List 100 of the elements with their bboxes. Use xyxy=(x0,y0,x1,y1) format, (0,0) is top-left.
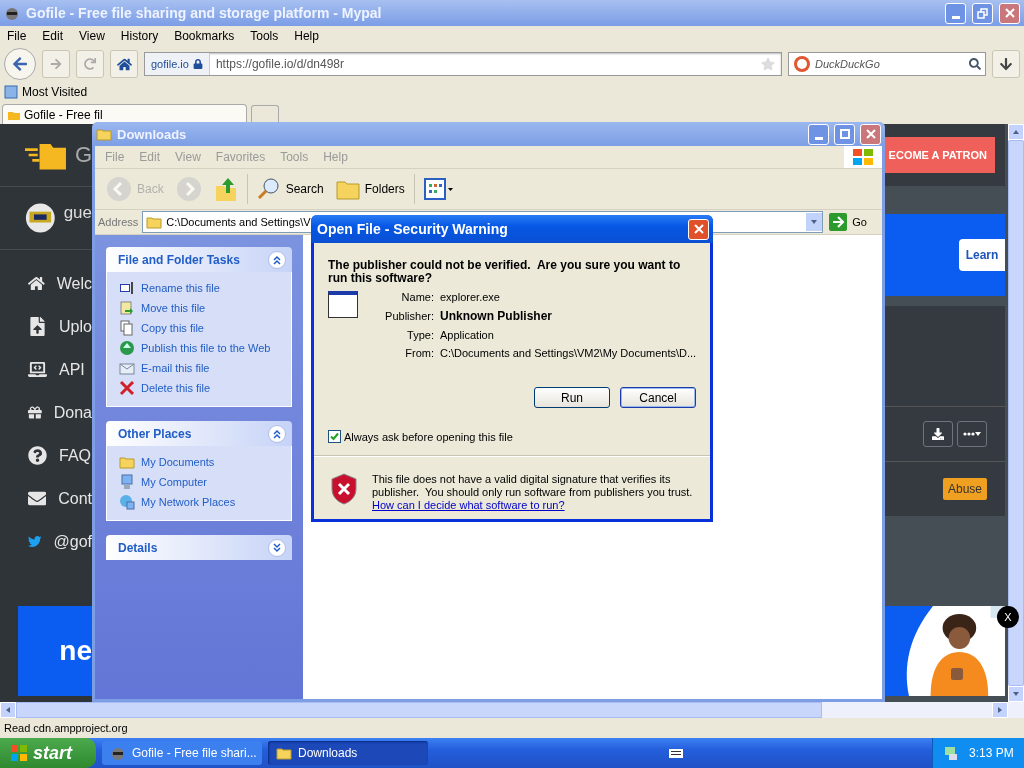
close-button[interactable] xyxy=(860,123,881,145)
field-label: Type: xyxy=(406,329,435,341)
folder-icon xyxy=(146,214,163,230)
menu-item[interactable]: History xyxy=(120,29,159,43)
more-icon xyxy=(963,430,981,438)
nav-item[interactable]: API xyxy=(0,348,92,391)
minimize-button[interactable] xyxy=(945,2,966,24)
checkbox[interactable] xyxy=(328,430,341,443)
field-label: Publisher: xyxy=(384,310,435,322)
panel-header[interactable]: Details xyxy=(106,535,292,560)
star-icon[interactable] xyxy=(761,57,775,71)
bookmark-item[interactable]: Most Visited xyxy=(22,85,88,99)
more-button[interactable] xyxy=(957,421,987,447)
minimize-button[interactable] xyxy=(808,123,829,145)
url-text: https://gofile.io/d/dn498r xyxy=(214,57,345,71)
field-value: explorer.exe xyxy=(440,291,501,303)
status-text: Read cdn.ampproject.org xyxy=(4,722,128,734)
dialog-button[interactable]: Cancel xyxy=(620,387,696,408)
search-field[interactable]: DuckDuckGo xyxy=(788,52,986,76)
back-button[interactable] xyxy=(4,48,36,80)
start-button[interactable]: start xyxy=(0,738,96,768)
checkbox-label[interactable]: Always ask before opening this file xyxy=(344,430,513,443)
learn-button[interactable]: Learn xyxy=(959,239,1005,271)
nav-item[interactable]: Dona xyxy=(0,391,92,434)
question-icon xyxy=(28,446,47,465)
copy-icon xyxy=(119,320,135,336)
nav-item[interactable]: Uplo xyxy=(0,305,92,348)
task-link[interactable]: Move this file xyxy=(119,300,279,316)
task-link[interactable]: Rename this file xyxy=(119,280,279,296)
minimize-icon xyxy=(951,15,960,19)
network-icon[interactable] xyxy=(943,745,959,761)
abuse-button[interactable]: Abuse xyxy=(942,478,987,500)
close-button[interactable] xyxy=(688,218,709,240)
dialog-button[interactable]: Run xyxy=(534,387,610,408)
rename-icon xyxy=(119,280,135,296)
task-link[interactable]: Delete this file xyxy=(119,380,279,396)
reload-button[interactable] xyxy=(76,50,104,78)
nav-item[interactable]: FAQ xyxy=(0,434,92,477)
folder-icon xyxy=(96,126,112,142)
forward-arrow-icon xyxy=(50,58,62,70)
home-icon xyxy=(116,56,132,72)
menu-item[interactable]: Bookmarks xyxy=(174,29,235,43)
task-link[interactable]: My Network Places xyxy=(119,494,279,510)
back-arrow-icon xyxy=(12,56,28,72)
computer-icon xyxy=(119,474,135,490)
search-button[interactable]: Search xyxy=(253,177,327,201)
task-link[interactable]: E-mail this file xyxy=(119,360,279,376)
panel-header[interactable]: File and Folder Tasks xyxy=(106,247,292,272)
task-link[interactable]: My Documents xyxy=(119,454,279,470)
nav-item[interactable]: Cont xyxy=(0,477,92,520)
folders-icon xyxy=(335,178,360,200)
downloads-button[interactable] xyxy=(992,50,1020,78)
restore-button[interactable] xyxy=(972,2,993,24)
browser-tab[interactable]: Gofile - Free fil xyxy=(2,104,247,124)
close-button[interactable] xyxy=(999,2,1020,24)
download-button[interactable] xyxy=(923,421,953,447)
windows-flag-icon xyxy=(10,744,28,762)
taskbar-button[interactable]: Gofile - Free file shari... xyxy=(102,741,262,765)
menu-item[interactable]: File xyxy=(7,29,27,43)
home-button[interactable] xyxy=(110,50,138,78)
taskbar-button[interactable]: Downloads xyxy=(268,741,428,765)
menu-item[interactable]: Edit xyxy=(42,29,64,43)
folder-icon xyxy=(119,454,135,470)
help-link[interactable]: How can I decide what software to run? xyxy=(372,499,565,511)
url-field[interactable]: gofile.io https://gofile.io/d/dn498r xyxy=(144,52,782,76)
windows-flag-icon xyxy=(852,148,874,166)
field-value: Application xyxy=(440,329,495,341)
nav-item[interactable]: @gof xyxy=(0,520,92,563)
ad-text: ne xyxy=(59,635,92,667)
keyboard-icon[interactable] xyxy=(669,747,683,759)
window-title: Downloads xyxy=(117,126,188,142)
menu-item[interactable]: Help xyxy=(294,29,319,43)
forward-button[interactable] xyxy=(42,50,70,78)
down-arrow-icon xyxy=(810,218,819,226)
delete-icon xyxy=(119,380,135,396)
horizontal-scrollbar[interactable] xyxy=(0,702,1024,718)
maximize-button[interactable] xyxy=(834,123,855,145)
panel-header[interactable]: Other Places xyxy=(106,421,292,446)
close-icon xyxy=(865,129,876,139)
bookmark-folder-icon xyxy=(4,85,18,99)
question-text: The publisher could not be verified. Are you sure you want to run this software? xyxy=(328,259,682,285)
ad-banner[interactable]: ne xyxy=(18,606,92,696)
clock: 3:13 PM xyxy=(969,746,1014,760)
duck-icon xyxy=(793,55,811,73)
nav-item[interactable]: Welc xyxy=(0,262,92,305)
shield-icon xyxy=(330,473,358,505)
left-arrow-icon xyxy=(4,706,12,714)
folders-button[interactable]: Folders xyxy=(332,178,408,200)
menu-item[interactable]: Tools xyxy=(250,29,279,43)
collapse-icon xyxy=(272,428,282,439)
down-arrow-icon xyxy=(999,57,1013,71)
task-link[interactable]: My Computer xyxy=(119,474,279,490)
avatar-icon xyxy=(25,201,56,235)
search-icon[interactable] xyxy=(969,58,981,70)
go-button[interactable]: Go xyxy=(827,213,879,231)
task-link[interactable]: Publish this file to the Web xyxy=(119,340,279,356)
home-icon xyxy=(28,274,45,293)
task-link[interactable]: Copy this file xyxy=(119,320,279,336)
menu-item[interactable]: View xyxy=(79,29,105,43)
dropdown-button[interactable] xyxy=(806,213,823,231)
